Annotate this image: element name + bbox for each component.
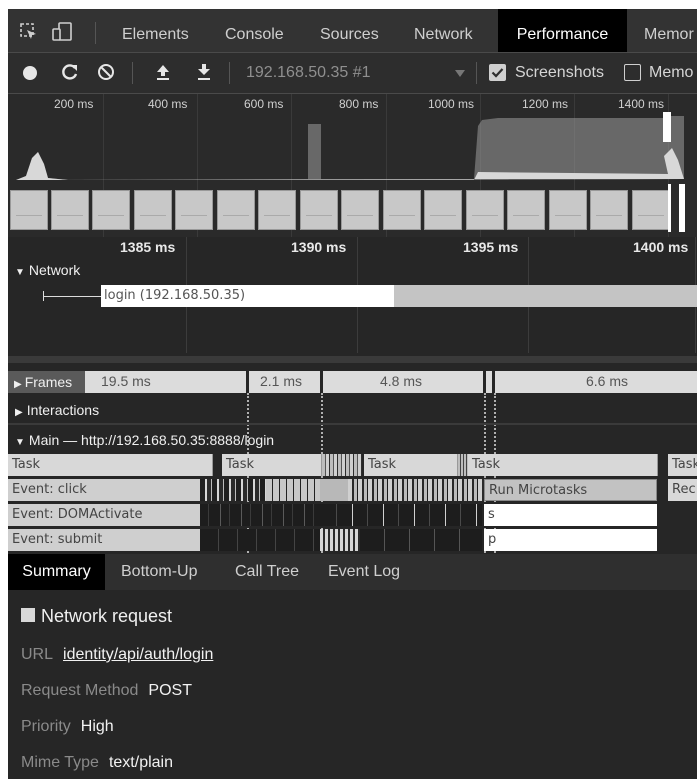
recording-select[interactable]: 192.168.50.35 #1	[246, 64, 371, 82]
flame-slivers	[458, 454, 468, 476]
summary-mime-value: text/plain	[108, 754, 173, 771]
flame-p[interactable]: p	[484, 529, 657, 551]
frames-track-header[interactable]: ▶ Frames	[8, 371, 85, 393]
flame-rec[interactable]: Rec	[668, 479, 697, 501]
frames-track-title: Frames	[24, 374, 73, 390]
performance-toolbar: 192.168.50.35 #1 Screenshots Memo	[8, 53, 697, 94]
screenshots-label: Screenshots	[515, 64, 604, 81]
flame-event-click[interactable]: Event: click	[8, 479, 200, 501]
triangle-right-icon: ▶	[14, 379, 22, 390]
reload-icon[interactable]	[60, 62, 80, 82]
tab-summary[interactable]: Summary	[8, 554, 105, 590]
flame-slivers	[200, 479, 266, 501]
summary-priority-row: Priority High	[21, 718, 114, 736]
frame-duration: 4.8 ms	[380, 373, 423, 389]
summary-method-key: Request Method	[21, 682, 139, 699]
network-track-header[interactable]: ▼ Network	[15, 262, 80, 278]
flame-slivers	[320, 479, 348, 501]
screenshots-checkbox[interactable]	[489, 64, 506, 81]
flame-s[interactable]: s	[484, 504, 657, 526]
ruler-label: 1385 ms	[120, 239, 176, 255]
flame-slivers	[348, 479, 484, 501]
toolbar-separator	[476, 62, 477, 84]
tab-performance[interactable]: Performance	[498, 9, 627, 52]
summary-url-link[interactable]: identity/api/auth/login	[63, 646, 213, 663]
summary-url-key: URL	[21, 646, 54, 663]
summary-url-row: URL identity/api/auth/login	[21, 646, 213, 664]
summary-method-value: POST	[148, 682, 192, 699]
triangle-down-icon: ▼	[15, 267, 25, 278]
record-icon[interactable]	[23, 66, 37, 80]
flame-task[interactable]: Task	[364, 454, 458, 476]
flame-slivers	[320, 529, 360, 551]
frame-duration: 2.1 ms	[260, 373, 303, 389]
frame-duration: 19.5 ms	[101, 373, 151, 389]
load-profile-icon[interactable]	[155, 63, 171, 81]
device-toolbar-icon[interactable]	[52, 22, 74, 42]
flame-slivers	[360, 529, 482, 551]
chevron-down-icon[interactable]	[455, 70, 465, 77]
main-thread-header[interactable]: ▼ Main — http://192.168.50.35:8888/login	[15, 432, 274, 448]
frame-duration: 6.6 ms	[586, 373, 629, 389]
tab-bottom-up[interactable]: Bottom-Up	[121, 554, 197, 590]
summary-mime-row: Mime Type text/plain	[21, 754, 173, 772]
flame-slivers	[200, 529, 320, 551]
tab-network[interactable]: Network	[414, 9, 473, 52]
flame-slivers	[266, 479, 320, 501]
track-divider	[8, 423, 697, 425]
clear-icon[interactable]	[97, 63, 115, 81]
network-request-tail	[394, 285, 697, 307]
tab-separator	[95, 22, 96, 44]
summary-heading: Network request	[41, 606, 173, 626]
tab-console[interactable]: Console	[225, 9, 284, 52]
main-thread-title: Main — http://192.168.50.35:8888/login	[28, 432, 275, 448]
toolbar-separator	[132, 62, 133, 84]
overview-filmstrip	[8, 94, 697, 237]
timeline-overview[interactable]: 200 ms 400 ms 600 ms 800 ms 1000 ms 1200…	[8, 94, 697, 237]
summary-mime-key: Mime Type	[21, 754, 99, 771]
track-divider	[8, 356, 697, 363]
inspect-element-icon[interactable]	[20, 23, 38, 41]
summary-priority-key: Priority	[21, 718, 71, 735]
memory-label: Memo	[649, 64, 694, 81]
flame-slivers	[200, 504, 322, 526]
flame-task[interactable]: Task	[468, 454, 658, 476]
network-request-label: login (192.168.50.35)	[104, 288, 246, 303]
network-request-bar[interactable]: login (192.168.50.35)	[101, 285, 394, 307]
memory-checkbox[interactable]	[624, 64, 641, 81]
flame-task[interactable]: Task	[8, 454, 213, 476]
interactions-track-title: Interactions	[26, 402, 100, 418]
flame-task[interactable]: Task	[222, 454, 322, 476]
tab-memory[interactable]: Memor	[644, 9, 694, 52]
tab-elements[interactable]: Elements	[122, 9, 189, 52]
tab-sources[interactable]: Sources	[320, 9, 379, 52]
whisker-cap	[43, 291, 44, 301]
tab-event-log[interactable]: Event Log	[328, 554, 400, 590]
flame-event-domactivate[interactable]: Event: DOMActivate	[8, 504, 200, 526]
ruler-label: 1390 ms	[291, 239, 347, 255]
save-profile-icon[interactable]	[196, 63, 212, 81]
flame-slivers	[322, 504, 482, 526]
summary-priority-value: High	[80, 718, 114, 735]
summary-method-row: Request Method POST	[21, 682, 192, 700]
network-request-whisker	[43, 296, 101, 297]
flame-task[interactable]: Task	[668, 454, 697, 476]
triangle-down-icon: ▼	[15, 437, 25, 448]
triangle-right-icon: ▶	[15, 407, 23, 418]
flame-run-microtasks[interactable]: Run Microtasks	[484, 479, 657, 501]
flame-slivers	[322, 454, 362, 476]
network-track-title: Network	[28, 262, 81, 278]
network-request-swatch	[21, 608, 35, 622]
interactions-track-header[interactable]: ▶ Interactions	[15, 402, 99, 418]
devtools-window: { "tabs": { "elements": "Elements", "con…	[8, 9, 697, 779]
details-tab-bar: Summary Bottom-Up Call Tree Event Log	[8, 554, 697, 590]
ruler-label: 1400 ms	[633, 239, 689, 255]
tab-call-tree[interactable]: Call Tree	[235, 554, 299, 590]
toolbar-separator	[229, 62, 230, 84]
flame-event-submit[interactable]: Event: submit	[8, 529, 200, 551]
ruler-label: 1395 ms	[463, 239, 519, 255]
devtools-tab-bar: Elements Console Sources Network Perform…	[8, 9, 697, 53]
